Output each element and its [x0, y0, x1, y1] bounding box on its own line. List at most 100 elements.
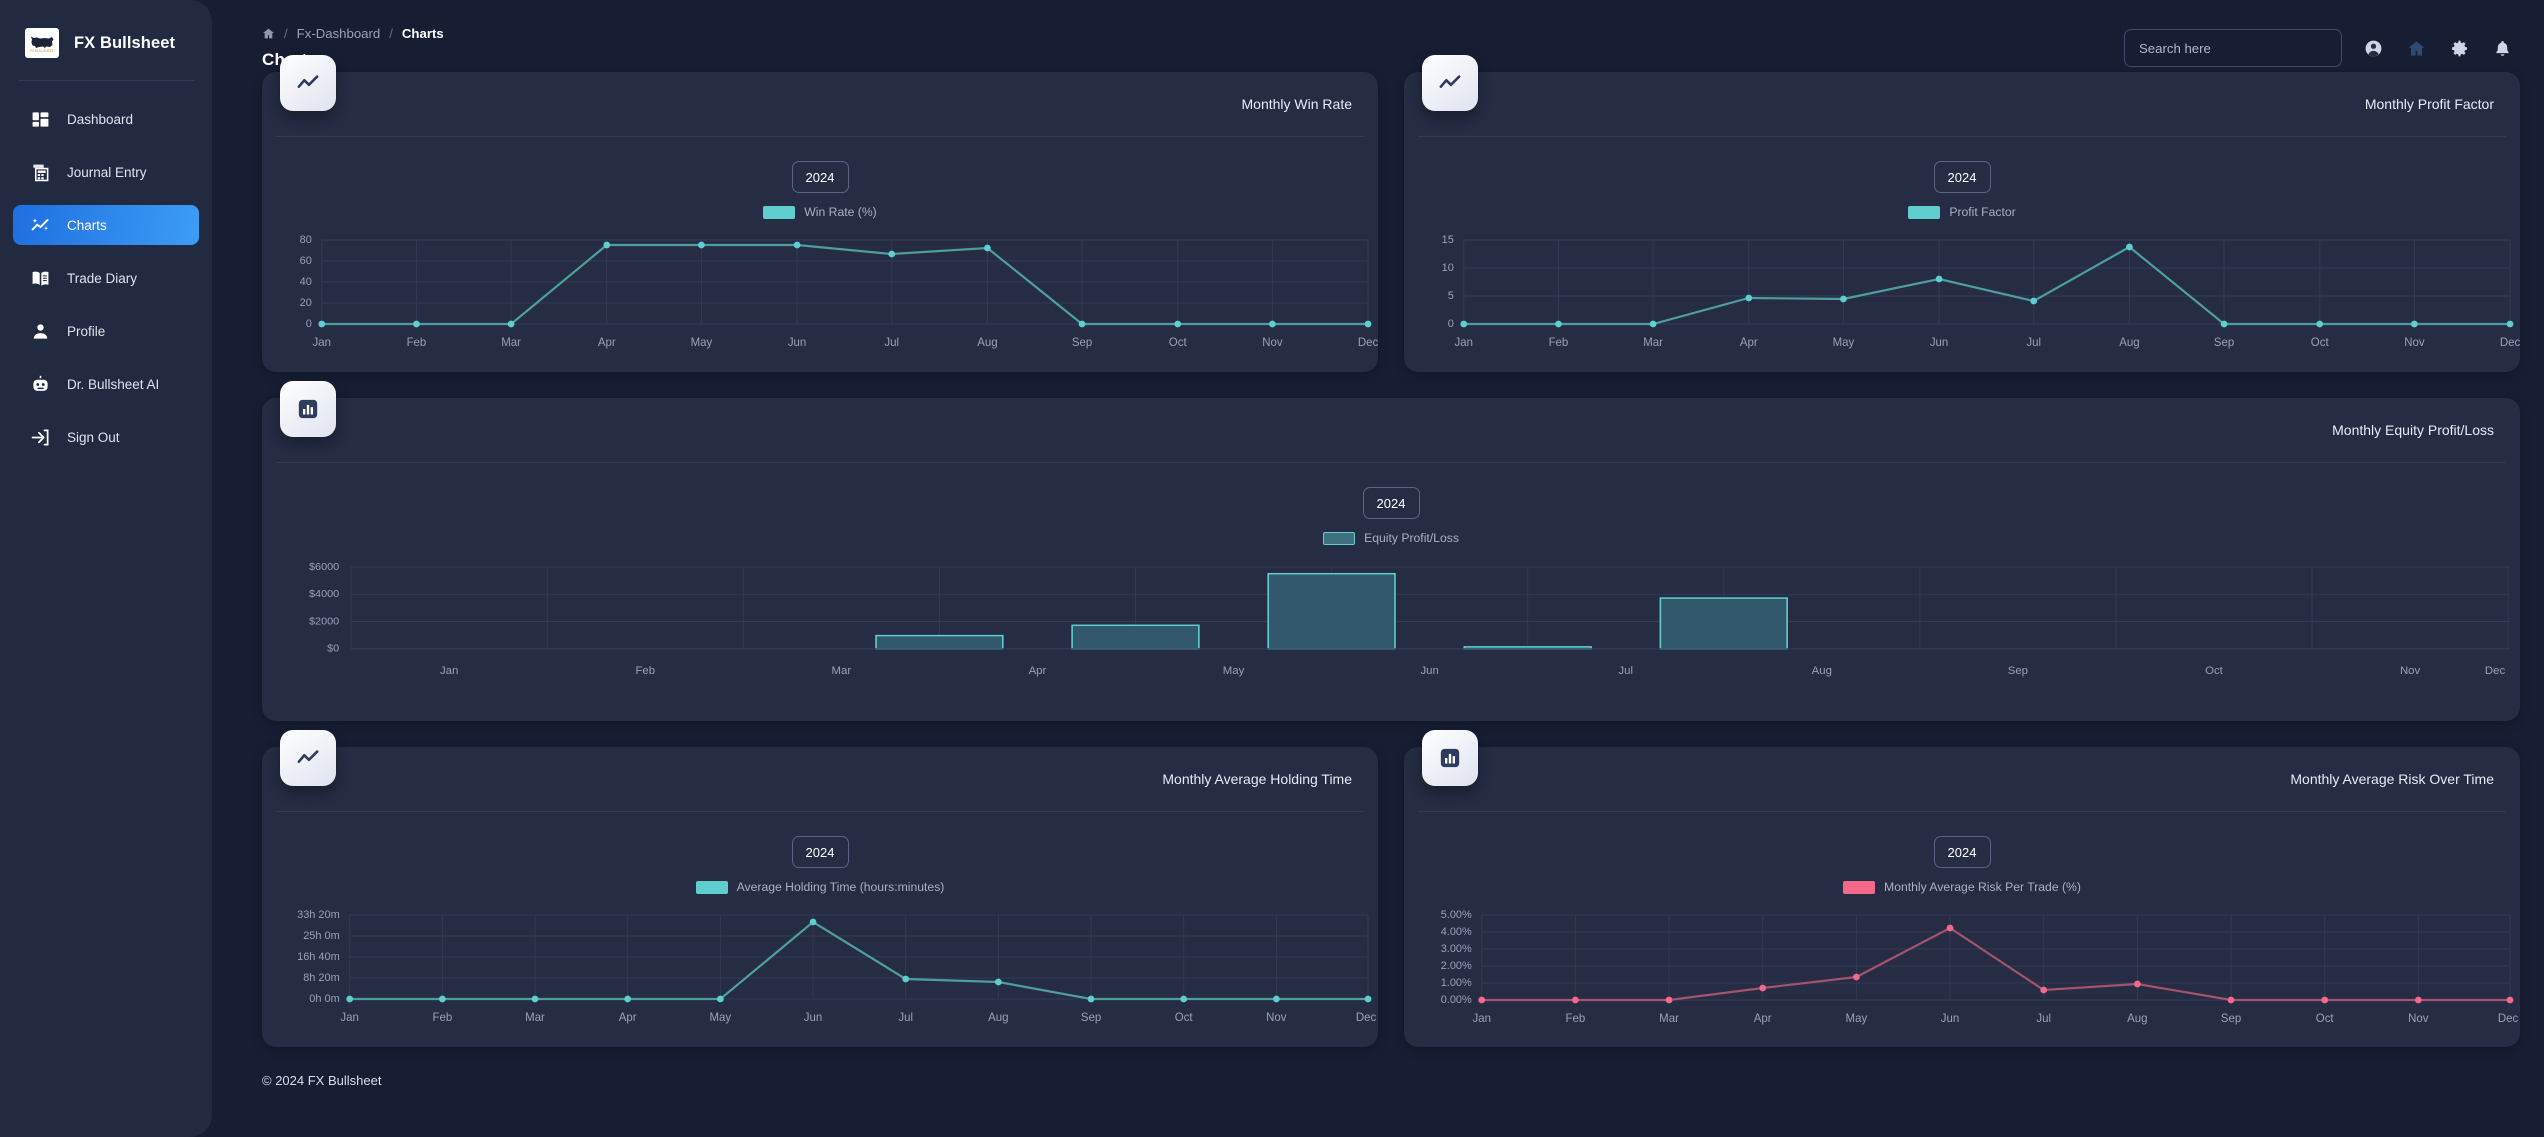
- svg-text:Sep: Sep: [1072, 337, 1092, 349]
- svg-text:8h 20m: 8h 20m: [303, 972, 340, 984]
- svg-text:May: May: [1846, 1013, 1868, 1025]
- chart-legend: Average Holding Time (hours:minutes): [262, 880, 1378, 894]
- svg-text:Oct: Oct: [2316, 1013, 2335, 1025]
- legend-swatch: [1843, 880, 1876, 894]
- svg-text:Nov: Nov: [2408, 1013, 2429, 1025]
- sidebar-item-profile[interactable]: Profile: [13, 311, 199, 351]
- svg-text:Sep: Sep: [1081, 1012, 1101, 1024]
- sidebar-item-sign-out[interactable]: Sign Out: [13, 417, 199, 457]
- header-right: [2124, 26, 2520, 67]
- breadcrumb-parent[interactable]: Fx-Dashboard: [297, 26, 381, 41]
- legend-swatch: [1323, 531, 1356, 545]
- svg-text:$2000: $2000: [309, 616, 339, 628]
- svg-text:Apr: Apr: [619, 1012, 637, 1024]
- charts-icon: [31, 216, 50, 235]
- svg-text:May: May: [710, 1012, 732, 1024]
- svg-text:$4000: $4000: [309, 588, 339, 600]
- svg-text:80: 80: [300, 234, 312, 246]
- svg-text:3.00%: 3.00%: [1441, 943, 1472, 955]
- svg-text:Sep: Sep: [2221, 1013, 2241, 1025]
- card-body: 2024 Win Rate (%) 80 60 40 20 0 Jan Feb …: [262, 137, 1378, 360]
- bull-logo-icon: FX BULLSHEET: [25, 28, 59, 58]
- year-select[interactable]: 2024: [791, 836, 849, 868]
- svg-text:Jul: Jul: [1618, 665, 1633, 677]
- dashboard-icon: [31, 110, 50, 129]
- plot-average-holding-time: 33h 20m 25h 0m 16h 40m 8h 20m 0h 0m Jan F…: [262, 903, 1378, 1035]
- svg-text:May: May: [1223, 665, 1245, 677]
- sidebar-item-dr-bullsheet-ai[interactable]: Dr. Bullsheet AI: [13, 364, 199, 404]
- svg-text:60: 60: [300, 255, 312, 267]
- sidebar-item-label: Trade Diary: [67, 270, 138, 286]
- svg-text:Jan: Jan: [440, 665, 458, 677]
- sidebar-item-label: Sign Out: [67, 429, 120, 445]
- breadcrumb-separator: /: [284, 26, 288, 41]
- svg-text:Dec: Dec: [1356, 1012, 1377, 1024]
- svg-text:Nov: Nov: [1266, 1012, 1287, 1024]
- card-title: Monthly Win Rate: [1241, 96, 1352, 112]
- sidebar-item-charts[interactable]: Charts: [13, 205, 199, 245]
- svg-text:Jun: Jun: [1420, 665, 1438, 677]
- gridlines: [350, 566, 2511, 650]
- svg-text:10: 10: [1442, 262, 1454, 274]
- header-left: / Fx-Dashboard / Charts Charts: [242, 26, 444, 70]
- svg-text:Sep: Sep: [2214, 337, 2234, 349]
- home-icon[interactable]: [262, 27, 275, 40]
- svg-text:Dec: Dec: [2498, 1013, 2519, 1025]
- chart-card-monthly-equity-profit-loss: Monthly Equity Profit/Loss 2024 Equity P…: [262, 381, 2520, 721]
- search-input[interactable]: [2124, 29, 2342, 67]
- svg-text:33h 20m: 33h 20m: [297, 909, 340, 921]
- year-select[interactable]: 2024: [1933, 836, 1991, 868]
- card-title: Monthly Profit Factor: [2364, 96, 2494, 112]
- card-body: 2024 Profit Factor 15 10 5 0 Jan Feb Mar…: [1404, 137, 2520, 360]
- breadcrumb-current: Charts: [401, 26, 444, 41]
- svg-text:Dec: Dec: [2485, 665, 2506, 677]
- card-title: Monthly Average Risk Over Time: [2290, 771, 2494, 787]
- card-title: Monthly Equity Profit/Loss: [2332, 422, 2494, 438]
- legend-label: Average Holding Time (hours:minutes): [736, 880, 945, 894]
- gear-icon[interactable]: [2450, 39, 2469, 58]
- journal-icon: [31, 163, 50, 182]
- svg-text:Jul: Jul: [2026, 337, 2041, 349]
- svg-text:Jun: Jun: [1930, 337, 1948, 349]
- svg-text:Feb: Feb: [635, 665, 655, 677]
- svg-text:Feb: Feb: [407, 337, 427, 349]
- chart-card-monthly-profit-factor: Monthly Profit Factor 2024 Profit Factor…: [1404, 55, 2520, 372]
- sidebar-item-label: Dr. Bullsheet AI: [67, 376, 160, 392]
- account-icon[interactable]: [2364, 39, 2383, 58]
- bars: [875, 572, 1788, 650]
- sidebar-item-trade-diary[interactable]: Trade Diary: [13, 258, 199, 298]
- robot-icon: [31, 375, 50, 394]
- legend-label: Profit Factor: [1949, 205, 2016, 219]
- svg-text:0: 0: [306, 318, 312, 330]
- svg-text:40: 40: [300, 276, 312, 288]
- svg-text:Jan: Jan: [340, 1012, 358, 1024]
- svg-text:Feb: Feb: [432, 1012, 452, 1024]
- charts-grid: Monthly Win Rate 2024 Win Rate (%) 80 60: [242, 55, 2520, 1047]
- svg-text:Aug: Aug: [988, 1012, 1008, 1024]
- svg-text:2.00%: 2.00%: [1441, 960, 1472, 972]
- sidebar-item-label: Charts: [67, 217, 107, 233]
- sidebar-item-dashboard[interactable]: Dashboard: [13, 99, 199, 139]
- sign-out-icon: [31, 428, 50, 447]
- svg-text:May: May: [691, 337, 713, 349]
- sidebar-item-journal-entry[interactable]: Journal Entry: [13, 152, 199, 192]
- bell-icon[interactable]: [2493, 39, 2512, 58]
- svg-text:$0: $0: [327, 643, 339, 655]
- brand[interactable]: FX BULLSHEET FX Bullsheet: [0, 14, 212, 80]
- year-select[interactable]: 2024: [1362, 487, 1420, 519]
- legend-label: Win Rate (%): [804, 205, 877, 219]
- x-axis-labels: Jan Feb Mar Apr May Jun Jul Aug Sep Oct Nov Dec: [1472, 1013, 2518, 1025]
- x-axis-labels: Jan Feb Mar Apr May Jun Jul Aug Sep Oct Nov Dec: [1455, 337, 2520, 349]
- year-select[interactable]: 2024: [791, 161, 849, 193]
- home-icon[interactable]: [2407, 39, 2426, 58]
- year-select[interactable]: 2024: [1933, 161, 1991, 193]
- sidebar-nav: Dashboard Journal Entry Charts Trade Dia…: [0, 99, 212, 457]
- svg-text:Jan: Jan: [313, 337, 331, 349]
- bull-silhouette-icon: [30, 36, 54, 48]
- svg-text:Apr: Apr: [1740, 337, 1758, 349]
- legend-label: Monthly Average Risk Per Trade (%): [1884, 880, 2081, 894]
- svg-text:Sep: Sep: [2008, 665, 2028, 677]
- sidebar-item-label: Journal Entry: [67, 164, 147, 180]
- svg-text:Jan: Jan: [1455, 337, 1473, 349]
- svg-text:Feb: Feb: [1549, 337, 1569, 349]
